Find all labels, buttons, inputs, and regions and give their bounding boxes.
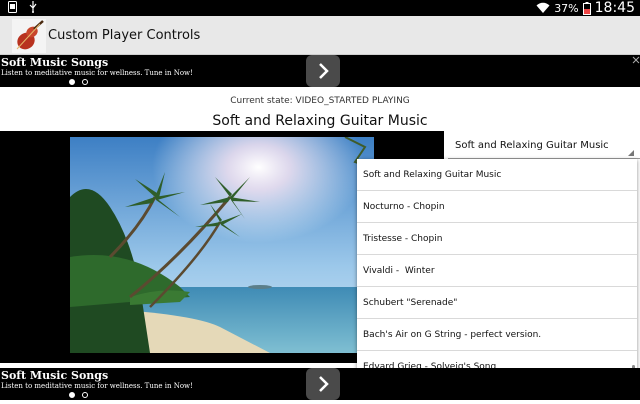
wifi-icon [536, 2, 550, 13]
dropdown-caret-icon [628, 150, 634, 156]
video-frame[interactable] [70, 137, 374, 353]
chevron-right-icon [319, 376, 329, 392]
song-selector-value: Soft and Relaxing Guitar Music [455, 140, 609, 151]
ad-page-indicator [69, 392, 88, 398]
chevron-right-icon [319, 63, 329, 79]
ad-banner-top[interactable]: Soft Music Songs Listen to meditative mu… [0, 55, 640, 87]
song-option[interactable]: Bach's Air on G String - perfect version… [357, 319, 637, 351]
violin-icon[interactable] [12, 19, 46, 53]
ad-page-dot [82, 79, 88, 85]
song-option[interactable]: Vivaldi - Winter [357, 255, 637, 287]
ad-page-dot-active [69, 392, 75, 398]
video-title: Soft and Relaxing Guitar Music [212, 113, 428, 129]
current-state-label: Current state: VIDEO_STARTED PLAYING [230, 96, 410, 106]
clock: 18:45 [594, 0, 635, 16]
ad-next-button[interactable] [306, 55, 340, 87]
ad-page-dot [82, 392, 88, 398]
song-option[interactable]: Schubert "Serenade" [357, 287, 637, 319]
ad-title[interactable]: Soft Music Songs [1, 369, 108, 382]
app-title: Custom Player Controls [48, 28, 201, 43]
ad-title[interactable]: Soft Music Songs [1, 56, 108, 69]
song-selector[interactable]: Soft and Relaxing Guitar Music [448, 134, 640, 159]
photo-notification-icon [8, 1, 17, 13]
ad-next-button[interactable] [306, 368, 340, 400]
status-bar: 37% 18:45 [0, 0, 640, 16]
song-option[interactable]: Soft and Relaxing Guitar Music [357, 159, 637, 191]
ad-subtitle[interactable]: Listen to meditative music for wellness.… [1, 69, 193, 77]
ad-page-indicator [69, 79, 88, 85]
ad-banner-bottom[interactable]: Soft Music Songs Listen to meditative mu… [0, 368, 640, 400]
battery-percentage: 37% [554, 1, 579, 15]
ad-close-icon[interactable] [632, 56, 640, 64]
ad-page-dot-active [69, 79, 75, 85]
battery-icon [582, 1, 591, 15]
song-dropdown-list[interactable]: Soft and Relaxing Guitar Music Nocturno … [357, 159, 637, 392]
ad-subtitle[interactable]: Listen to meditative music for wellness.… [1, 382, 193, 390]
usb-icon [29, 1, 37, 13]
song-option[interactable]: Nocturno - Chopin [357, 191, 637, 223]
song-option[interactable]: Tristesse - Chopin [357, 223, 637, 255]
